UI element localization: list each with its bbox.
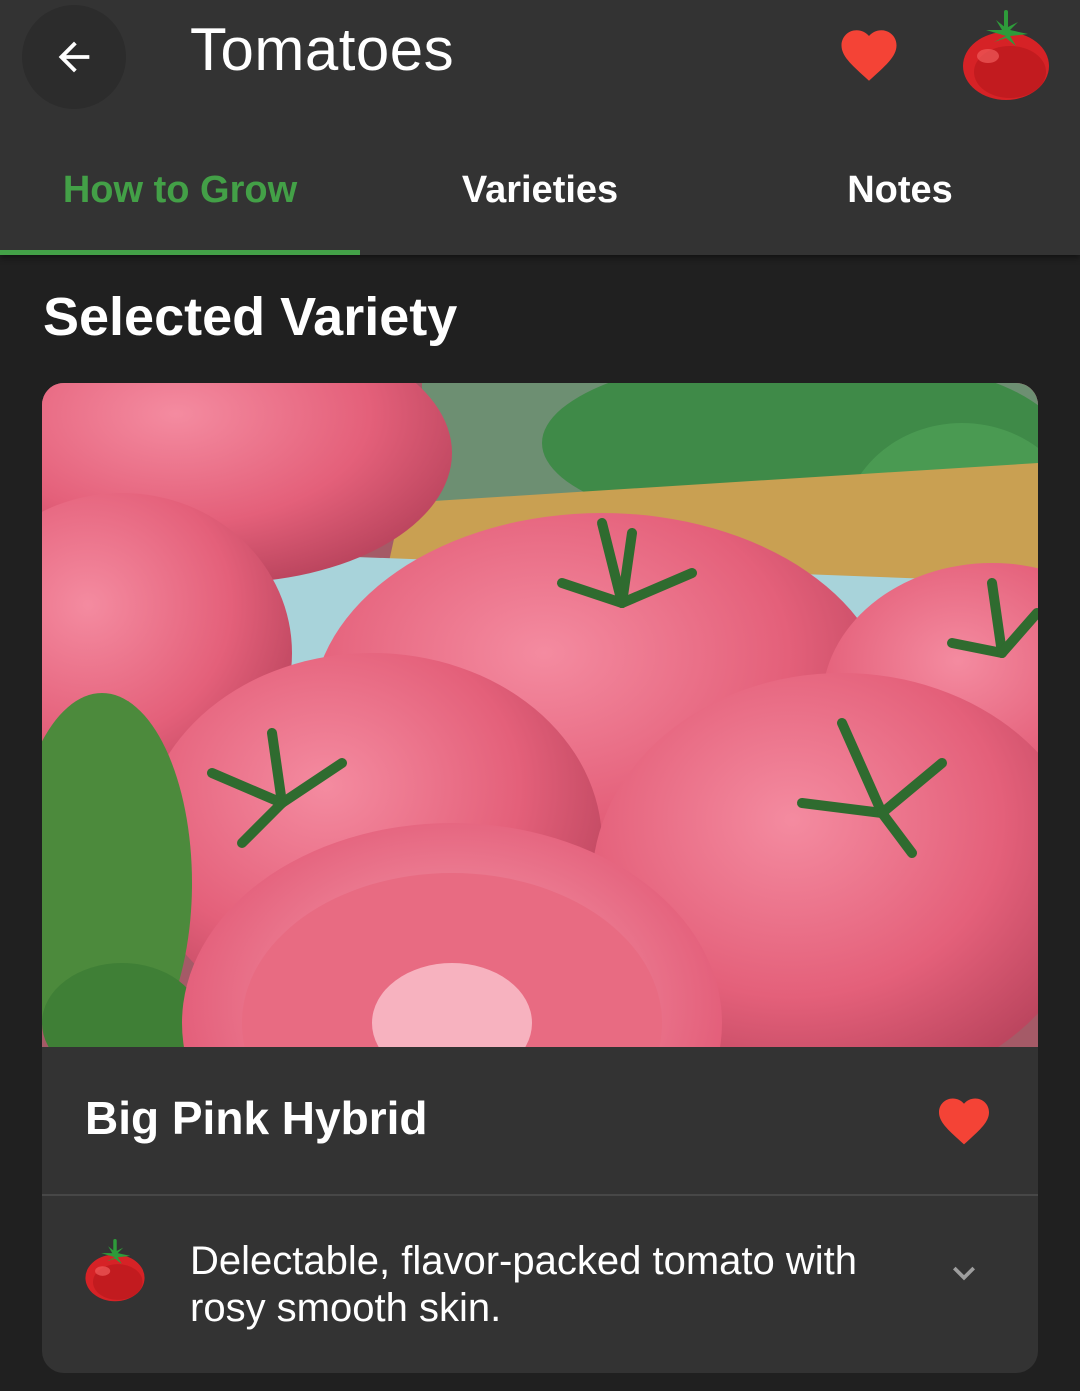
heart-icon bbox=[939, 1098, 989, 1145]
chevron-down-icon bbox=[953, 1266, 975, 1281]
tomato-avatar[interactable] bbox=[958, 8, 1054, 104]
app-bar: Tomatoes How to Grow Varieties Notes bbox=[0, 0, 1080, 255]
back-button[interactable] bbox=[22, 5, 126, 109]
tomato-icon bbox=[82, 1238, 148, 1304]
variety-favorite-button[interactable] bbox=[934, 1091, 994, 1151]
variety-card[interactable]: Big Pink Hybrid Delectable, flavor-packe… bbox=[42, 383, 1038, 1373]
favorite-button[interactable] bbox=[836, 22, 902, 88]
variety-photo bbox=[42, 383, 1038, 1047]
tab-varieties[interactable]: Varieties bbox=[360, 130, 720, 250]
tab-notes[interactable]: Notes bbox=[720, 130, 1080, 250]
arrow-back-icon bbox=[58, 41, 90, 73]
page-title: Tomatoes bbox=[190, 16, 455, 83]
section-title: Selected Variety bbox=[43, 287, 458, 347]
tab-bar: How to Grow Varieties Notes bbox=[0, 130, 1080, 255]
tomato-icon bbox=[963, 10, 1049, 100]
variety-description: Delectable, flavor-packed tomato with ro… bbox=[190, 1239, 857, 1330]
card-divider bbox=[42, 1194, 1038, 1196]
active-tab-indicator bbox=[0, 250, 360, 255]
tab-how-to-grow[interactable]: How to Grow bbox=[0, 130, 360, 250]
expand-button[interactable] bbox=[942, 1251, 986, 1295]
variety-name: Big Pink Hybrid bbox=[85, 1092, 428, 1144]
heart-icon bbox=[841, 30, 897, 81]
